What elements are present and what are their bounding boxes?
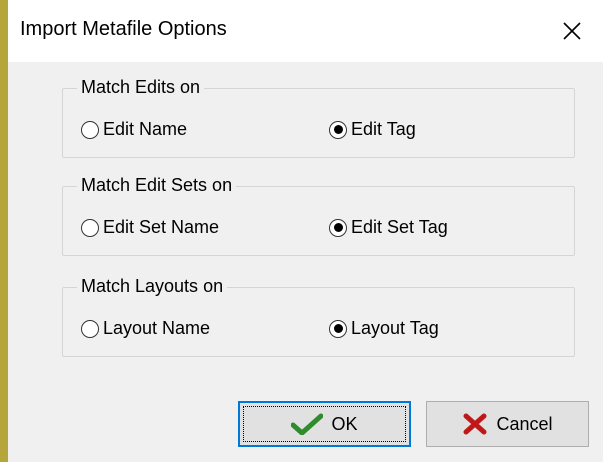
edit-set-tag-radio[interactable]: Edit Set Tag	[329, 217, 448, 238]
match-edit-sets-legend: Match Edit Sets on	[77, 175, 237, 196]
title-bar: Import Metafile Options	[8, 0, 603, 62]
radio-selected-icon	[329, 218, 347, 237]
focus-rectangle	[243, 406, 406, 442]
radio-unselected-icon	[81, 218, 99, 237]
ok-button[interactable]: OK	[238, 401, 411, 447]
layout-tag-radio[interactable]: Layout Tag	[329, 318, 439, 339]
edit-tag-radio[interactable]: Edit Tag	[329, 119, 416, 140]
edit-name-radio[interactable]: Edit Name	[81, 119, 187, 140]
layout-name-radio[interactable]: Layout Name	[81, 318, 210, 339]
radio-unselected-icon	[81, 120, 99, 139]
match-edits-legend: Match Edits on	[77, 77, 205, 98]
close-button[interactable]	[541, 0, 603, 62]
x-icon	[463, 413, 487, 435]
cancel-label: Cancel	[496, 413, 553, 434]
match-edit-sets-group: Match Edit Sets on Edit Set Name Edit Se…	[62, 175, 575, 256]
edit-tag-label: Edit Tag	[351, 119, 416, 139]
edit-set-tag-label: Edit Set Tag	[351, 217, 448, 237]
match-layouts-group: Match Layouts on Layout Name Layout Tag	[62, 276, 575, 357]
match-layouts-legend: Match Layouts on	[77, 276, 228, 297]
cancel-button[interactable]: Cancel	[426, 401, 589, 447]
radio-unselected-icon	[81, 319, 99, 338]
dialog-title: Import Metafile Options	[20, 18, 227, 40]
radio-selected-icon	[329, 120, 347, 139]
close-icon	[563, 22, 581, 40]
edit-set-name-radio[interactable]: Edit Set Name	[81, 217, 219, 238]
match-edits-group: Match Edits on Edit Name Edit Tag	[62, 77, 575, 158]
layout-tag-label: Layout Tag	[351, 318, 439, 338]
radio-selected-icon	[329, 319, 347, 338]
layout-name-label: Layout Name	[103, 318, 211, 338]
edit-name-label: Edit Name	[103, 119, 188, 139]
import-metafile-dialog: Import Metafile Options Match Edits on E…	[8, 0, 603, 462]
edit-set-name-label: Edit Set Name	[103, 217, 220, 237]
